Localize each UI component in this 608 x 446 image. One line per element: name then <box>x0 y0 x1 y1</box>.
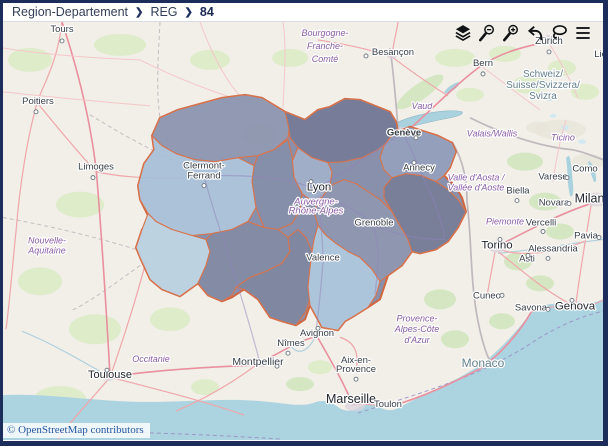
breadcrumb: Region-Departement ❯ REG ❯ 84 <box>3 3 603 22</box>
city-dot <box>354 377 358 381</box>
map-label-region: Vaud <box>412 101 434 111</box>
map-label-region: Rhône-Alpes <box>289 206 344 217</box>
breadcrumb-item-84[interactable]: 84 <box>200 5 214 19</box>
map-label-country: Monaco <box>462 356 505 370</box>
map-label-city: Ferrand <box>187 171 220 182</box>
city-dot <box>546 307 550 311</box>
map-container: ToursPoitiersLimogesBesançonBernZürichLi… <box>3 22 603 440</box>
map-label-region: Franche- <box>307 41 343 51</box>
city-dot <box>91 176 95 180</box>
map-label-region: Piemonte <box>486 217 524 227</box>
city-dot <box>412 161 416 165</box>
panel-drag-handle[interactable] <box>298 0 308 3</box>
magnifier-plus-icon <box>501 23 521 43</box>
map-label-region: d'Azur <box>404 335 430 345</box>
map-label-city: Marseille <box>326 392 376 406</box>
map-label-region: Ticino <box>551 133 575 143</box>
city-dot <box>565 176 569 180</box>
layers-button[interactable] <box>452 22 473 43</box>
map-label-region: Occitanie <box>132 354 169 364</box>
map-label-city: Biella <box>506 186 530 197</box>
map-label-city: Valence <box>306 252 340 263</box>
city-dot <box>275 364 279 368</box>
city-dot <box>570 298 574 302</box>
chevron-right-icon: ❯ <box>185 7 193 18</box>
map-label-region: Valais/Wallis <box>467 129 518 139</box>
map-label-city: Provence <box>336 364 376 375</box>
map-label-region: Vallée d'Aoste <box>448 183 505 193</box>
city-dot <box>286 351 290 355</box>
map-label-region: Aquitaine <box>27 245 65 255</box>
map-label-region: Comté <box>312 54 338 64</box>
map-label-city: Varese <box>538 172 567 183</box>
menu-button[interactable] <box>572 22 593 43</box>
city-dot <box>202 184 206 188</box>
map-label-city: Grenoble <box>355 218 394 229</box>
map-label-city: Genova <box>555 300 596 312</box>
map-label-region: Alpes-Côte <box>394 324 439 334</box>
lasso-icon <box>549 23 569 43</box>
map-label-city: Savona <box>515 302 548 313</box>
city-dot <box>60 39 64 43</box>
city-dot <box>597 235 601 239</box>
map-attribution[interactable]: © OpenStreetMap contributors <box>3 423 150 438</box>
map-label-country: Suisse/Svizzera/ <box>506 80 580 91</box>
undo-arrow-icon <box>525 23 545 43</box>
map-label-city: Nîmes <box>277 338 305 349</box>
map-label-region: Bourgogne- <box>302 28 349 38</box>
map-label-city: Bern <box>473 58 493 69</box>
chevron-right-icon: ❯ <box>135 7 143 18</box>
map-label-city: Toulon <box>374 399 402 410</box>
map-label-city: Alessandria <box>528 243 578 254</box>
map-label-city: Liec <box>594 49 603 60</box>
city-dot <box>500 293 504 297</box>
city-dot <box>567 202 571 206</box>
zoom-out-button[interactable] <box>476 22 497 43</box>
layers-icon <box>453 23 473 43</box>
city-dot <box>364 54 368 58</box>
city-dot <box>34 110 38 114</box>
map-toolbar <box>452 22 593 43</box>
map-label-city: Toulouse <box>88 369 132 381</box>
city-dot <box>105 368 109 372</box>
map-label-country: Schweiz/ <box>523 69 563 80</box>
map-label-city: Annecy <box>403 163 435 174</box>
map-label-region: Valle d'Aosta / <box>448 173 506 183</box>
city-dot <box>515 199 519 203</box>
city-dot <box>316 326 320 330</box>
map-label-city: Vercelli <box>526 218 557 229</box>
city-dot <box>309 180 313 184</box>
map-label-city: Poitiers <box>22 96 54 107</box>
city-dot <box>481 72 485 76</box>
map-panel: Region-Departement ❯ REG ❯ 84 <box>0 0 608 446</box>
magnifier-minus-icon <box>477 23 497 43</box>
city-dot <box>546 256 550 260</box>
map-label-city: Novara <box>539 198 570 209</box>
breadcrumb-item-region-departement[interactable]: Region-Departement <box>12 5 128 19</box>
city-dot <box>541 230 545 234</box>
map-label-city: Milano <box>575 192 603 206</box>
lasso-select-button[interactable] <box>548 22 569 43</box>
map[interactable]: ToursPoitiersLimogesBesançonBernZürichLi… <box>3 22 603 440</box>
map-label-city: Pavia <box>574 230 598 241</box>
city-dot <box>414 136 418 140</box>
map-label-region: Provence- <box>397 313 438 323</box>
zoom-in-button[interactable] <box>500 22 521 43</box>
city-dot <box>498 237 502 241</box>
breadcrumb-item-reg[interactable]: REG <box>150 5 177 19</box>
map-label-city: Como <box>572 164 597 175</box>
undo-button[interactable] <box>524 22 545 43</box>
map-label-region: Nouvelle- <box>28 235 66 245</box>
map-label-city: Limoges <box>78 162 114 173</box>
map-label-city: Tours <box>50 24 73 35</box>
city-dot <box>547 50 551 54</box>
map-label-city: Besançon <box>372 47 414 58</box>
map-label-city: Torino <box>481 239 512 251</box>
map-label-country: Svizra <box>529 91 557 102</box>
map-label-city: Cuneo <box>473 290 501 301</box>
hamburger-menu-icon <box>573 23 593 43</box>
